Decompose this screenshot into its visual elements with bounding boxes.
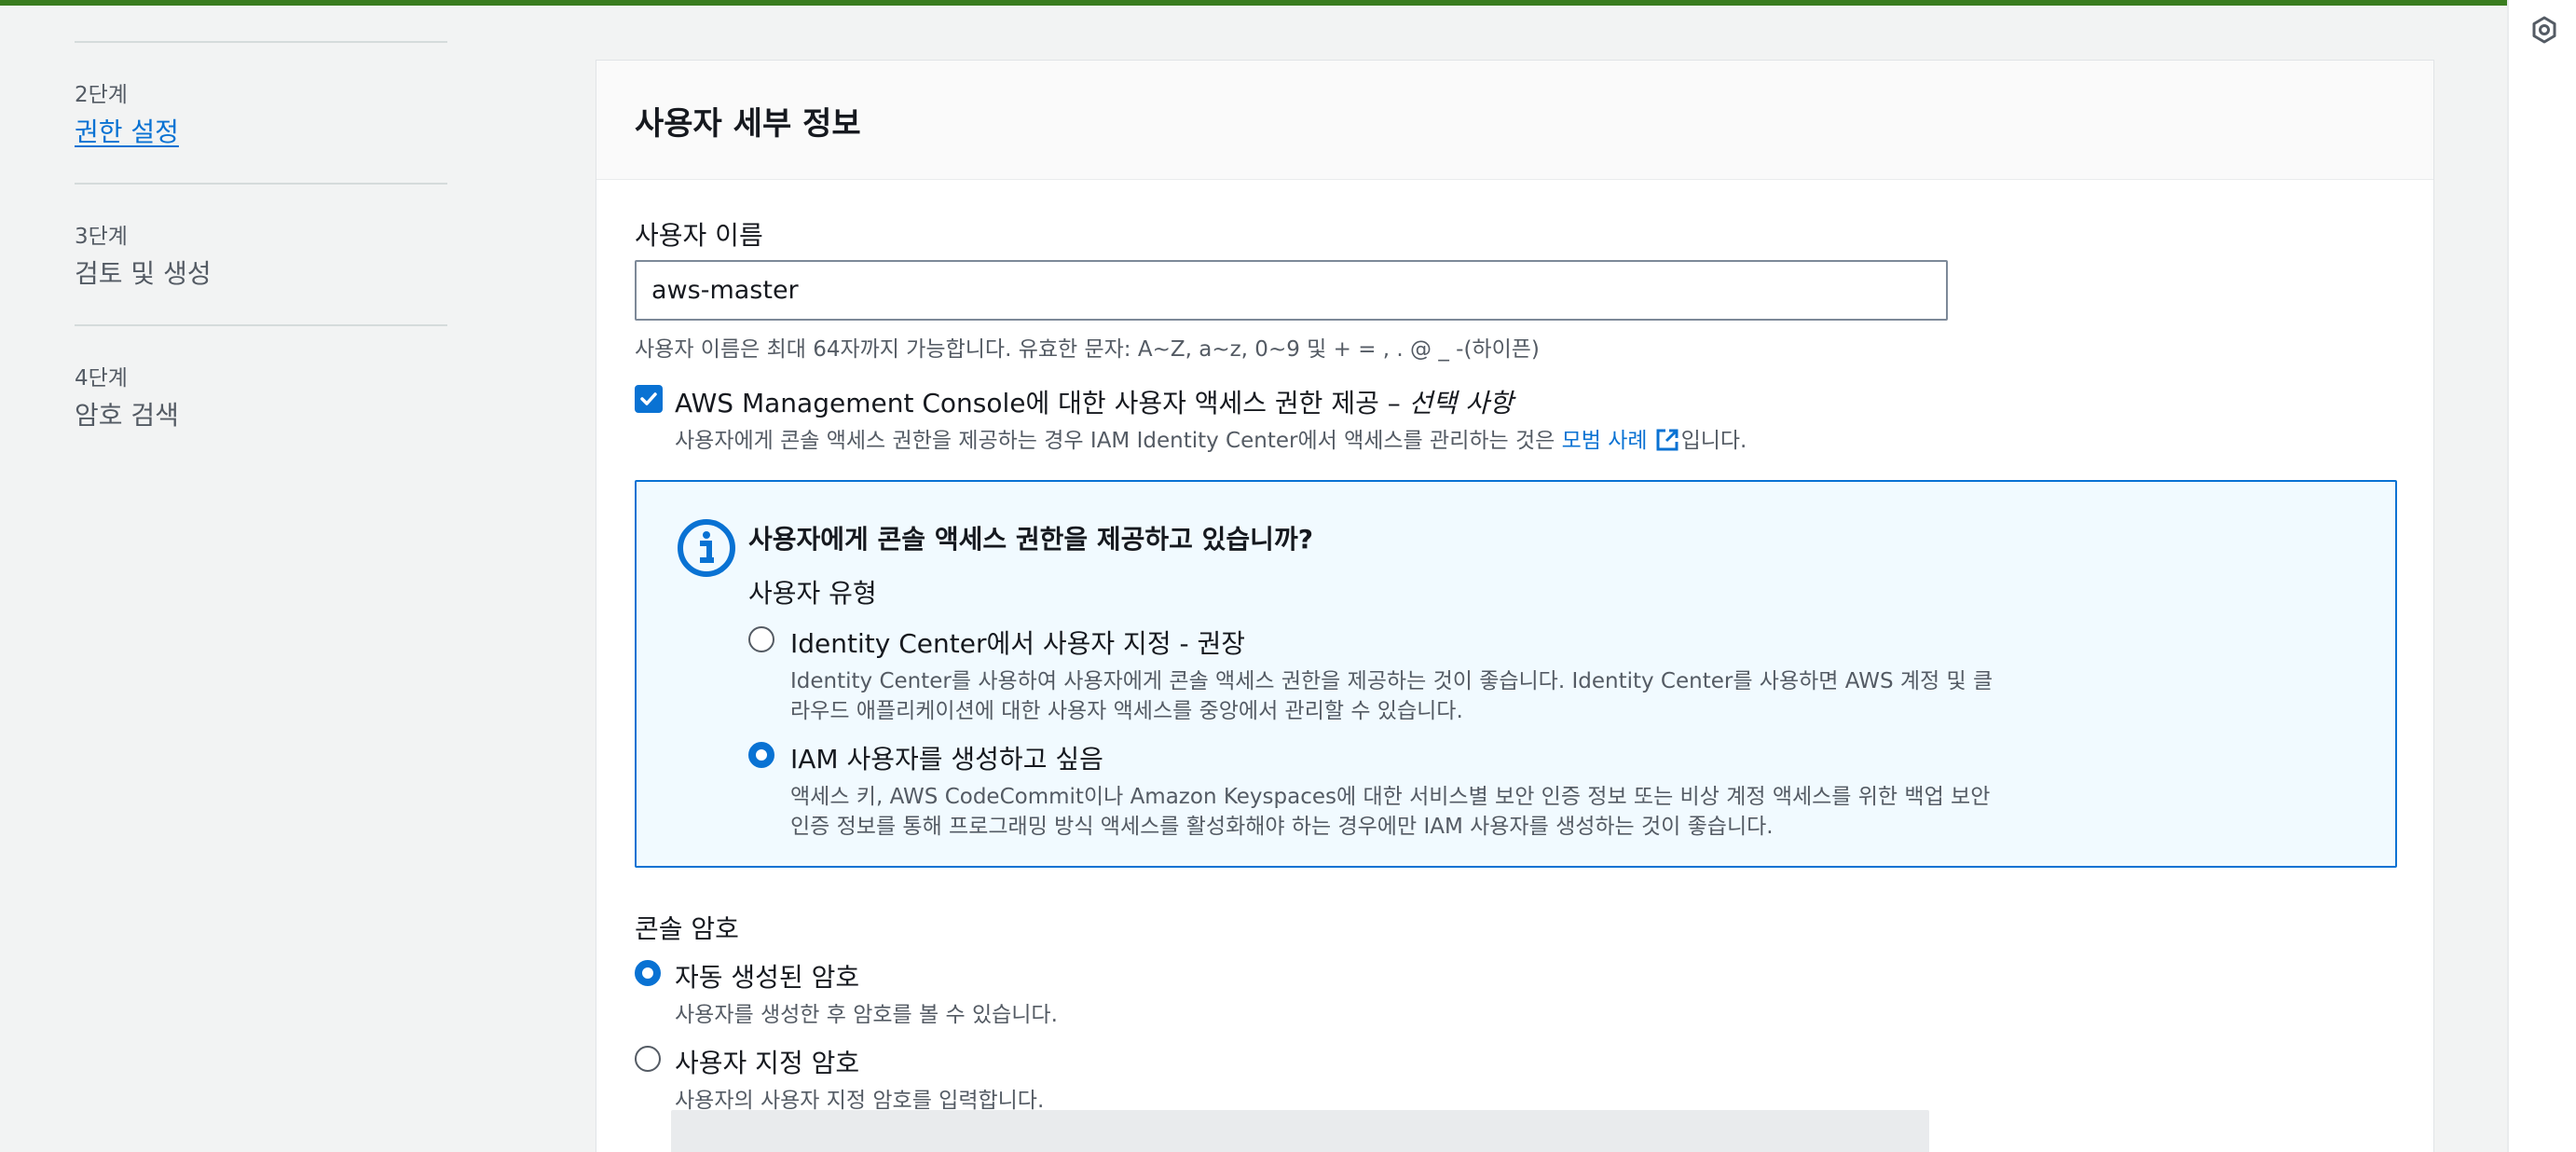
iam-user-radio[interactable]: [748, 742, 774, 768]
step-2: 2단계 권한 설정: [75, 43, 447, 183]
iam-user-option-label[interactable]: IAM 사용자를 생성하고 싶음: [790, 739, 1103, 776]
panel-header: 사용자 세부 정보: [596, 61, 2433, 180]
identity-center-desc-2: 라우드 애플리케이션에 대한 사용자 액세스를 중앙에서 관리할 수 있습니다.: [790, 699, 1463, 723]
username-hint: 사용자 이름은 최대 64자까지 가능합니다. 유효한 문자: A~Z, a~z…: [635, 337, 1540, 362]
custom-password-radio[interactable]: [635, 1046, 661, 1072]
custom-password-input[interactable]: [671, 1110, 1929, 1152]
console-password-label: 콘솔 암호: [635, 913, 739, 944]
username-label: 사용자 이름: [635, 220, 763, 251]
step-number: 3단계: [75, 225, 128, 249]
wizard-steps-nav: 2단계 권한 설정 3단계 검토 및 생성 4단계 암호 검색: [75, 0, 447, 466]
rail-settings-icon[interactable]: [2529, 15, 2559, 45]
console-access-desc-end: 입니다.: [1680, 429, 1747, 453]
step-3: 3단계 검토 및 생성: [75, 185, 447, 324]
step-number: 4단계: [75, 366, 128, 391]
external-link-icon[interactable]: [1655, 428, 1679, 452]
username-input[interactable]: [635, 260, 1948, 321]
auto-password-label[interactable]: 자동 생성된 암호: [675, 957, 859, 994]
auto-password-radio[interactable]: [635, 960, 661, 986]
user-details-panel: 사용자 세부 정보 사용자 이름 사용자 이름은 최대 64자까지 가능합니다.…: [596, 60, 2434, 1152]
step-name: 검토 및 생성: [75, 258, 212, 289]
identity-center-radio[interactable]: [748, 626, 774, 652]
user-type-label: 사용자 유형: [748, 578, 877, 609]
check-icon: [640, 392, 657, 405]
console-access-desc: 사용자에게 콘솔 액세스 권한을 제공하는 경우 IAM Identity Ce…: [675, 422, 1747, 454]
best-practice-link[interactable]: 모범 사례: [1562, 429, 1648, 453]
iam-user-desc-1: 액세스 키, AWS CodeCommit이나 Amazon Keyspaces…: [790, 785, 1991, 809]
step-4: 4단계 암호 검색: [75, 326, 447, 466]
right-utility-rail: [2507, 0, 2576, 1152]
identity-center-option-label[interactable]: Identity Center에서 사용자 지정 - 권장: [790, 624, 1245, 661]
optional-tag: 선택 사항: [1408, 388, 1514, 418]
step-link-permissions[interactable]: 권한 설정: [75, 112, 179, 149]
console-access-checkbox[interactable]: [635, 385, 663, 413]
console-access-desc-text: 사용자에게 콘솔 액세스 권한을 제공하는 경우 IAM Identity Ce…: [675, 429, 1562, 453]
identity-center-desc-1: Identity Center를 사용하여 사용자에게 콘솔 액세스 권한을 제…: [790, 669, 1994, 693]
info-circle-icon: [678, 519, 735, 577]
auto-password-desc: 사용자를 생성한 후 암호를 볼 수 있습니다.: [675, 1003, 1058, 1027]
step-name: 암호 검색: [75, 400, 179, 431]
info-title: 사용자에게 콘솔 액세스 권한을 제공하고 있습니까?: [748, 524, 1313, 555]
console-access-label[interactable]: AWS Management Console에 대한 사용자 액세스 권한 제공…: [675, 383, 1514, 420]
custom-password-label[interactable]: 사용자 지정 암호: [675, 1043, 859, 1080]
panel-title: 사용자 세부 정보: [635, 105, 861, 143]
custom-password-desc: 사용자의 사용자 지정 암호를 입력합니다.: [675, 1089, 1045, 1113]
user-type-info-box: 사용자에게 콘솔 액세스 권한을 제공하고 있습니까? 사용자 유형 Ident…: [635, 480, 2397, 868]
console-access-label-text: AWS Management Console에 대한 사용자 액세스 권한 제공…: [675, 388, 1409, 418]
iam-user-desc-2: 인증 정보를 통해 프로그래밍 방식 액세스를 활성화해야 하는 경우에만 IA…: [790, 815, 1774, 839]
step-number: 2단계: [75, 83, 128, 107]
